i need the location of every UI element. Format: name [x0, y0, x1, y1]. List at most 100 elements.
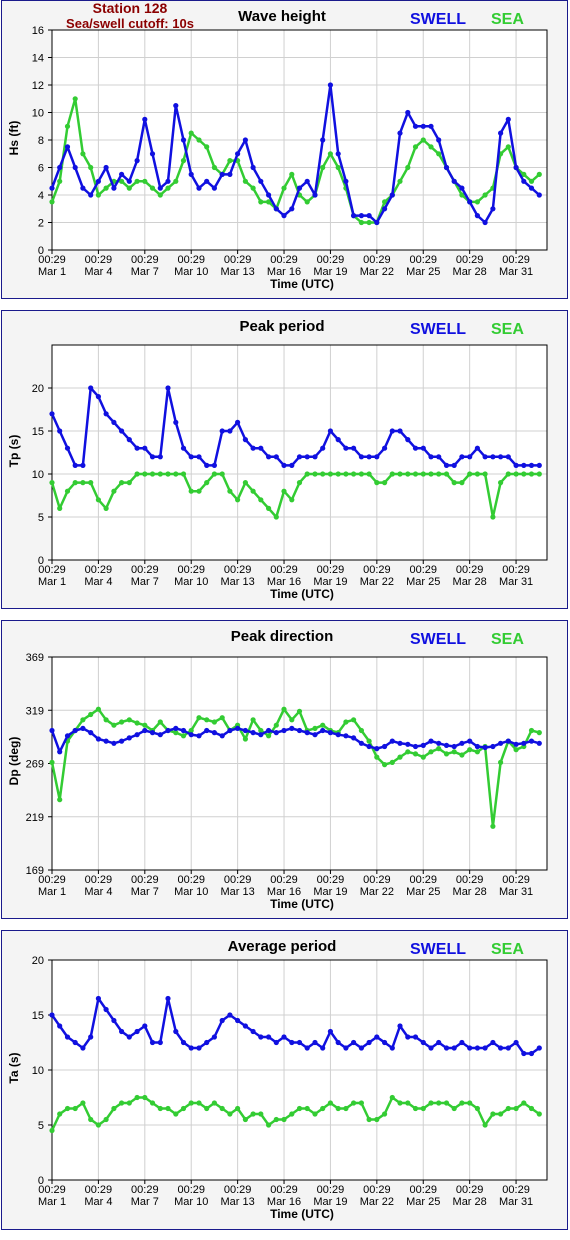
data-point-sea: [459, 480, 465, 486]
data-point-sea: [103, 1116, 109, 1123]
data-point-sea: [281, 1116, 287, 1123]
data-point-swell: [188, 454, 194, 460]
data-point-swell: [474, 743, 480, 750]
data-point-sea: [180, 733, 187, 739]
data-point-sea: [490, 514, 496, 520]
data-point-sea: [142, 1094, 148, 1101]
data-point-sea: [281, 185, 287, 191]
data-point-swell: [103, 411, 109, 417]
data-point-swell: [327, 730, 333, 736]
data-point-swell: [88, 385, 94, 391]
x-tick-date: Mar 28: [453, 266, 487, 278]
data-point-sea: [366, 738, 372, 744]
data-point-swell: [320, 1045, 326, 1051]
data-point-swell: [312, 732, 318, 738]
data-point-swell: [204, 462, 210, 468]
data-point-swell: [405, 741, 411, 747]
data-point-sea: [513, 471, 519, 477]
data-point-swell: [536, 462, 542, 468]
data-point-swell: [49, 185, 55, 191]
data-point-swell: [142, 116, 148, 122]
data-point-sea: [111, 722, 117, 728]
data-point-swell: [459, 454, 465, 460]
y-tick-label: 10: [32, 1065, 44, 1077]
data-point-sea: [157, 471, 163, 477]
data-point-swell: [227, 171, 233, 177]
data-point-sea: [443, 471, 450, 477]
data-point-swell: [142, 727, 148, 734]
data-point-swell: [103, 738, 109, 744]
data-point-swell: [157, 185, 163, 191]
data-point-sea: [528, 178, 535, 184]
data-point-swell: [304, 1045, 310, 1051]
data-point-swell: [103, 1006, 109, 1013]
data-point-swell: [258, 178, 264, 184]
data-point-sea: [204, 717, 210, 723]
data-point-swell: [513, 462, 519, 468]
data-point-swell: [134, 1028, 140, 1035]
data-point-sea: [459, 752, 465, 758]
legend-swell: SWELL: [410, 11, 466, 28]
data-point-sea: [389, 759, 395, 765]
x-tick-time: 00:29: [38, 564, 66, 576]
data-point-swell: [412, 743, 419, 750]
data-point-swell: [49, 1012, 55, 1018]
data-point-swell: [498, 130, 504, 136]
x-axis-label: Time (UTC): [270, 897, 334, 911]
data-point-swell: [467, 199, 473, 205]
data-point-swell: [320, 137, 326, 143]
x-tick-date: Mar 1: [38, 576, 66, 588]
data-point-sea: [242, 1116, 248, 1123]
data-point-swell: [180, 137, 187, 143]
data-point-swell: [374, 454, 380, 460]
data-point-sea: [482, 1122, 488, 1128]
legend-sea: SEA: [491, 941, 524, 958]
data-point-swell: [467, 1045, 473, 1051]
data-point-swell: [204, 178, 210, 184]
x-tick-time: 00:29: [456, 874, 484, 886]
average-period-panel: 0 5 10 15 20 00:29 Mar 1 00:29 Mar 4 00:29 Mar 7 00…: [1, 930, 568, 1230]
y-tick-label: 20: [32, 955, 44, 967]
data-point-swell: [397, 740, 403, 746]
data-point-swell: [219, 733, 225, 739]
data-point-sea: [227, 1111, 233, 1117]
data-point-swell: [281, 1034, 287, 1040]
data-point-sea: [95, 706, 101, 712]
data-point-swell: [498, 740, 504, 746]
data-point-swell: [482, 454, 488, 460]
data-point-sea: [142, 722, 148, 728]
data-point-sea: [211, 719, 217, 725]
y-axis-label: Dp (deg): [7, 736, 21, 786]
data-point-sea: [126, 185, 132, 191]
data-point-swell: [266, 454, 272, 460]
data-point-sea: [474, 199, 480, 205]
data-point-sea: [420, 137, 426, 143]
data-point-sea: [258, 1111, 264, 1117]
data-point-swell: [126, 735, 132, 741]
y-tick-label: 219: [26, 812, 44, 824]
data-point-sea: [358, 727, 364, 734]
data-point-sea: [397, 1100, 403, 1106]
data-point-swell: [235, 1017, 241, 1024]
data-point-swell: [335, 732, 341, 738]
data-point-swell: [103, 164, 109, 171]
data-point-swell: [482, 1045, 488, 1051]
data-point-swell: [443, 742, 450, 748]
data-point-sea: [521, 471, 527, 477]
data-point-swell: [134, 445, 140, 451]
data-point-swell: [289, 206, 295, 212]
x-tick-time: 00:29: [409, 564, 437, 576]
data-point-swell: [389, 428, 395, 434]
data-point-swell: [211, 462, 217, 468]
data-point-sea: [513, 747, 519, 753]
data-point-swell: [436, 454, 442, 460]
data-point-swell: [521, 462, 527, 468]
data-point-swell: [521, 1050, 527, 1057]
data-point-swell: [521, 740, 527, 746]
legend-sea: SEA: [491, 321, 524, 338]
data-point-sea: [358, 471, 364, 477]
x-tick-time: 00:29: [224, 874, 252, 886]
data-point-sea: [389, 471, 395, 477]
data-point-swell: [343, 733, 349, 739]
data-point-sea: [95, 1122, 101, 1128]
